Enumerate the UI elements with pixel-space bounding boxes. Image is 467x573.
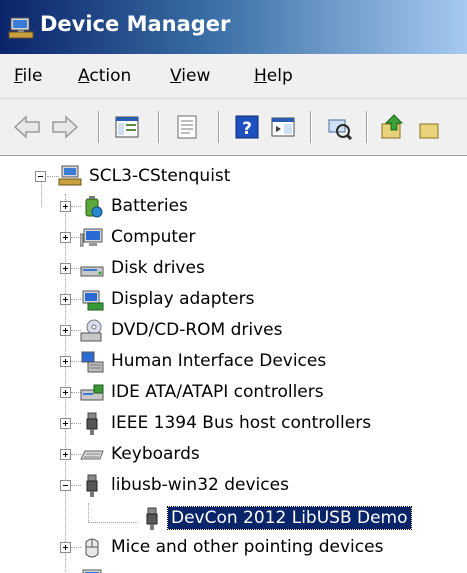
battery-icon <box>85 196 103 218</box>
tree-item-label: IEEE 1394 Bus host controllers <box>111 413 372 433</box>
menu-file-label: ile <box>22 66 43 86</box>
tree-item-batteries[interactable]: Batteries <box>0 192 467 222</box>
usb-icon <box>86 474 98 497</box>
tree-item-label: Mice and other pointing devices <box>111 537 384 557</box>
tree-item-label: DVD/CD-ROM drives <box>111 320 283 340</box>
tree-root-label: SCL3-CStenquist <box>89 166 231 186</box>
tree-item-dvd-cdrom-drives[interactable]: DVD/CD-ROM drives <box>0 316 467 346</box>
tree-item-human-interface-devices[interactable]: Human Interface Devices <box>0 347 467 377</box>
tree-item-ieee1394-controllers[interactable]: IEEE 1394 Bus host controllers <box>0 409 467 439</box>
menu-help[interactable]: Help <box>254 66 293 86</box>
toolbar-separator <box>366 111 368 143</box>
ide-controller-icon <box>80 384 104 401</box>
ieee1394-icon <box>86 412 98 435</box>
toolbar-separator <box>310 111 312 143</box>
menu-action[interactable]: Action <box>78 66 131 86</box>
toolbar-separator <box>98 111 100 143</box>
disk-drive-icon <box>80 266 104 277</box>
tree-item-label: libusb-win32 devices <box>111 475 289 495</box>
tree-item-label: Keyboards <box>111 444 200 464</box>
tree-item-label: IDE ATA/ATAPI controllers <box>111 382 324 402</box>
menu-view[interactable]: View <box>170 66 210 86</box>
toolbar-separator <box>158 111 160 143</box>
dvd-drive-icon <box>80 319 102 342</box>
menu-view-access-key: V <box>170 66 182 86</box>
hid-icon <box>81 351 104 373</box>
tree-item-libusb-win32-devices[interactable]: libusb-win32 devices <box>0 471 467 501</box>
expand-toggle[interactable] <box>60 294 71 305</box>
back-arrow-icon[interactable] <box>12 112 42 142</box>
tree-item-computer[interactable]: Computer <box>0 223 467 253</box>
tree-item-ide-controllers[interactable]: IDE ATA/ATAPI controllers <box>0 378 467 408</box>
action-pane-icon[interactable] <box>268 112 298 142</box>
toolbar: ? <box>0 99 467 156</box>
expand-toggle[interactable] <box>60 387 71 398</box>
help-icon[interactable]: ? <box>232 112 262 142</box>
menu-file-access-key: F <box>14 66 23 86</box>
menu-view-label: iew <box>181 66 211 86</box>
update-driver-icon[interactable] <box>378 112 408 142</box>
device-manager-icon <box>8 17 34 39</box>
window-title: Device Manager <box>40 12 231 36</box>
properties-icon[interactable] <box>172 112 202 142</box>
menu-action-access-key: A <box>78 66 90 86</box>
tree-item-mice[interactable]: Mice and other pointing devices <box>0 533 467 563</box>
tree-connector <box>88 522 138 524</box>
svg-text:?: ? <box>242 119 252 139</box>
menu-help-label: elp <box>266 66 293 86</box>
tree-item-label: Batteries <box>111 196 188 216</box>
tree-item-partial[interactable] <box>0 564 467 573</box>
expand-toggle[interactable] <box>60 542 71 553</box>
title-bar[interactable]: Device Manager <box>0 0 467 54</box>
tree-item-disk-drives[interactable]: Disk drives <box>0 254 467 284</box>
menu-file[interactable]: File <box>14 66 42 86</box>
forward-arrow-icon[interactable] <box>50 112 80 142</box>
computer-network-icon <box>58 165 82 186</box>
computer-icon <box>80 228 103 247</box>
expand-toggle[interactable] <box>60 263 71 274</box>
monitor-icon <box>82 569 102 573</box>
expand-toggle[interactable] <box>60 325 71 336</box>
display-adapter-icon <box>82 290 104 311</box>
mouse-icon <box>85 538 99 558</box>
menu-bar: File Action View Help <box>0 54 467 99</box>
tree-item-label: Human Interface Devices <box>111 351 327 371</box>
device-tree[interactable]: SCL3-CStenquist Batteries Computer Disk … <box>0 156 467 573</box>
usb-device-icon <box>146 507 158 530</box>
toolbar-separator <box>218 111 220 143</box>
expand-toggle[interactable] <box>60 418 71 429</box>
show-hide-console-tree-icon[interactable] <box>112 112 142 142</box>
keyboard-icon <box>80 450 104 460</box>
uninstall-icon[interactable] <box>416 112 446 142</box>
collapse-toggle[interactable] <box>35 171 46 182</box>
tree-item-display-adapters[interactable]: Display adapters <box>0 285 467 315</box>
expand-toggle[interactable] <box>60 201 71 212</box>
expand-toggle[interactable] <box>60 449 71 460</box>
tree-item-label: Disk drives <box>111 258 205 278</box>
menu-help-access-key: H <box>254 66 267 86</box>
expand-toggle[interactable] <box>60 232 71 243</box>
collapse-toggle[interactable] <box>60 480 71 491</box>
tree-root-row[interactable]: SCL3-CStenquist <box>0 162 467 192</box>
tree-item-label: Computer <box>111 227 196 247</box>
device-manager-window: Device Manager File Action View Help ? S… <box>0 0 467 573</box>
selected-device-label: DevCon 2012 LibUSB Demo <box>167 506 412 530</box>
scan-hardware-icon[interactable] <box>324 112 354 142</box>
expand-toggle[interactable] <box>60 356 71 367</box>
tree-item-label: Display adapters <box>111 289 255 309</box>
tree-item-devcon-libusb-demo[interactable]: DevCon 2012 LibUSB Demo <box>0 502 467 532</box>
tree-item-keyboards[interactable]: Keyboards <box>0 440 467 470</box>
menu-action-label: ction <box>89 66 132 86</box>
